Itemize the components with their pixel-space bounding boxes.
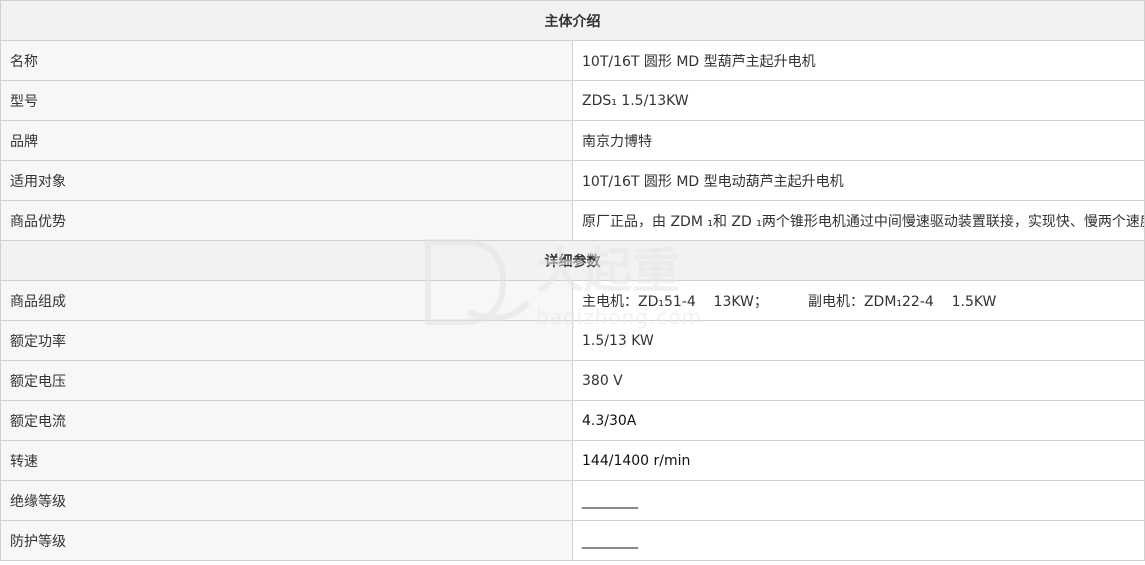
- row-label: 商品优势: [0, 200, 573, 241]
- table-row: 额定功率 1.5/13 KW: [0, 320, 1145, 361]
- row-value: 1.5/13 KW: [572, 320, 1145, 361]
- row-value: 原厂正品，由 ZDM ₁和 ZD ₁两个锥形电机通过中间慢速驱动装置联接，实现快…: [572, 200, 1145, 241]
- section-title-intro: 主体介绍: [0, 0, 1145, 41]
- table-row: 防护等级 ________: [0, 520, 1145, 561]
- row-label: 额定电压: [0, 360, 573, 401]
- table-row: 绝缘等级 ________: [0, 480, 1145, 521]
- row-value: 144/1400 r/min: [572, 440, 1145, 481]
- row-label: 名称: [0, 40, 573, 81]
- row-label: 防护等级: [0, 520, 573, 561]
- table-row: 品牌 南京力博特: [0, 120, 1145, 161]
- row-label: 转速: [0, 440, 573, 481]
- table-row: 型号 ZDS₁ 1.5/13KW: [0, 80, 1145, 121]
- row-value: 10T/16T 圆形 MD 型葫芦主起升电机: [572, 40, 1145, 81]
- table-row: 适用对象 10T/16T 圆形 MD 型电动葫芦主起升电机: [0, 160, 1145, 201]
- row-value: 4.3/30A: [572, 400, 1145, 441]
- row-label: 额定电流: [0, 400, 573, 441]
- row-value: ________: [572, 520, 1145, 561]
- row-value: ________: [572, 480, 1145, 521]
- table-row: 转速 144/1400 r/min: [0, 440, 1145, 481]
- spec-table: 主体介绍 名称 10T/16T 圆形 MD 型葫芦主起升电机 型号 ZDS₁ 1…: [0, 0, 1145, 561]
- row-label: 绝缘等级: [0, 480, 573, 521]
- table-row: 额定电流 4.3/30A: [0, 400, 1145, 441]
- row-label: 适用对象: [0, 160, 573, 201]
- row-value: 380 V: [572, 360, 1145, 401]
- row-label: 品牌: [0, 120, 573, 161]
- row-label: 额定功率: [0, 320, 573, 361]
- row-value: 主电机：ZD₁51-4 13KW； 副电机：ZDM₁22-4 1.5KW: [572, 280, 1145, 321]
- row-value: 10T/16T 圆形 MD 型电动葫芦主起升电机: [572, 160, 1145, 201]
- row-label: 商品组成: [0, 280, 573, 321]
- table-row: 商品优势 原厂正品，由 ZDM ₁和 ZD ₁两个锥形电机通过中间慢速驱动装置联…: [0, 200, 1145, 241]
- row-value: 南京力博特: [572, 120, 1145, 161]
- section-title-details: 详细参数: [0, 240, 1145, 281]
- table-row: 商品组成 主电机：ZD₁51-4 13KW； 副电机：ZDM₁22-4 1.5K…: [0, 280, 1145, 321]
- table-row: 额定电压 380 V: [0, 360, 1145, 401]
- row-value: ZDS₁ 1.5/13KW: [572, 80, 1145, 121]
- row-label: 型号: [0, 80, 573, 121]
- table-row: 名称 10T/16T 圆形 MD 型葫芦主起升电机: [0, 40, 1145, 81]
- section-header-row: 详细参数: [0, 240, 1145, 281]
- section-header-row: 主体介绍: [0, 0, 1145, 41]
